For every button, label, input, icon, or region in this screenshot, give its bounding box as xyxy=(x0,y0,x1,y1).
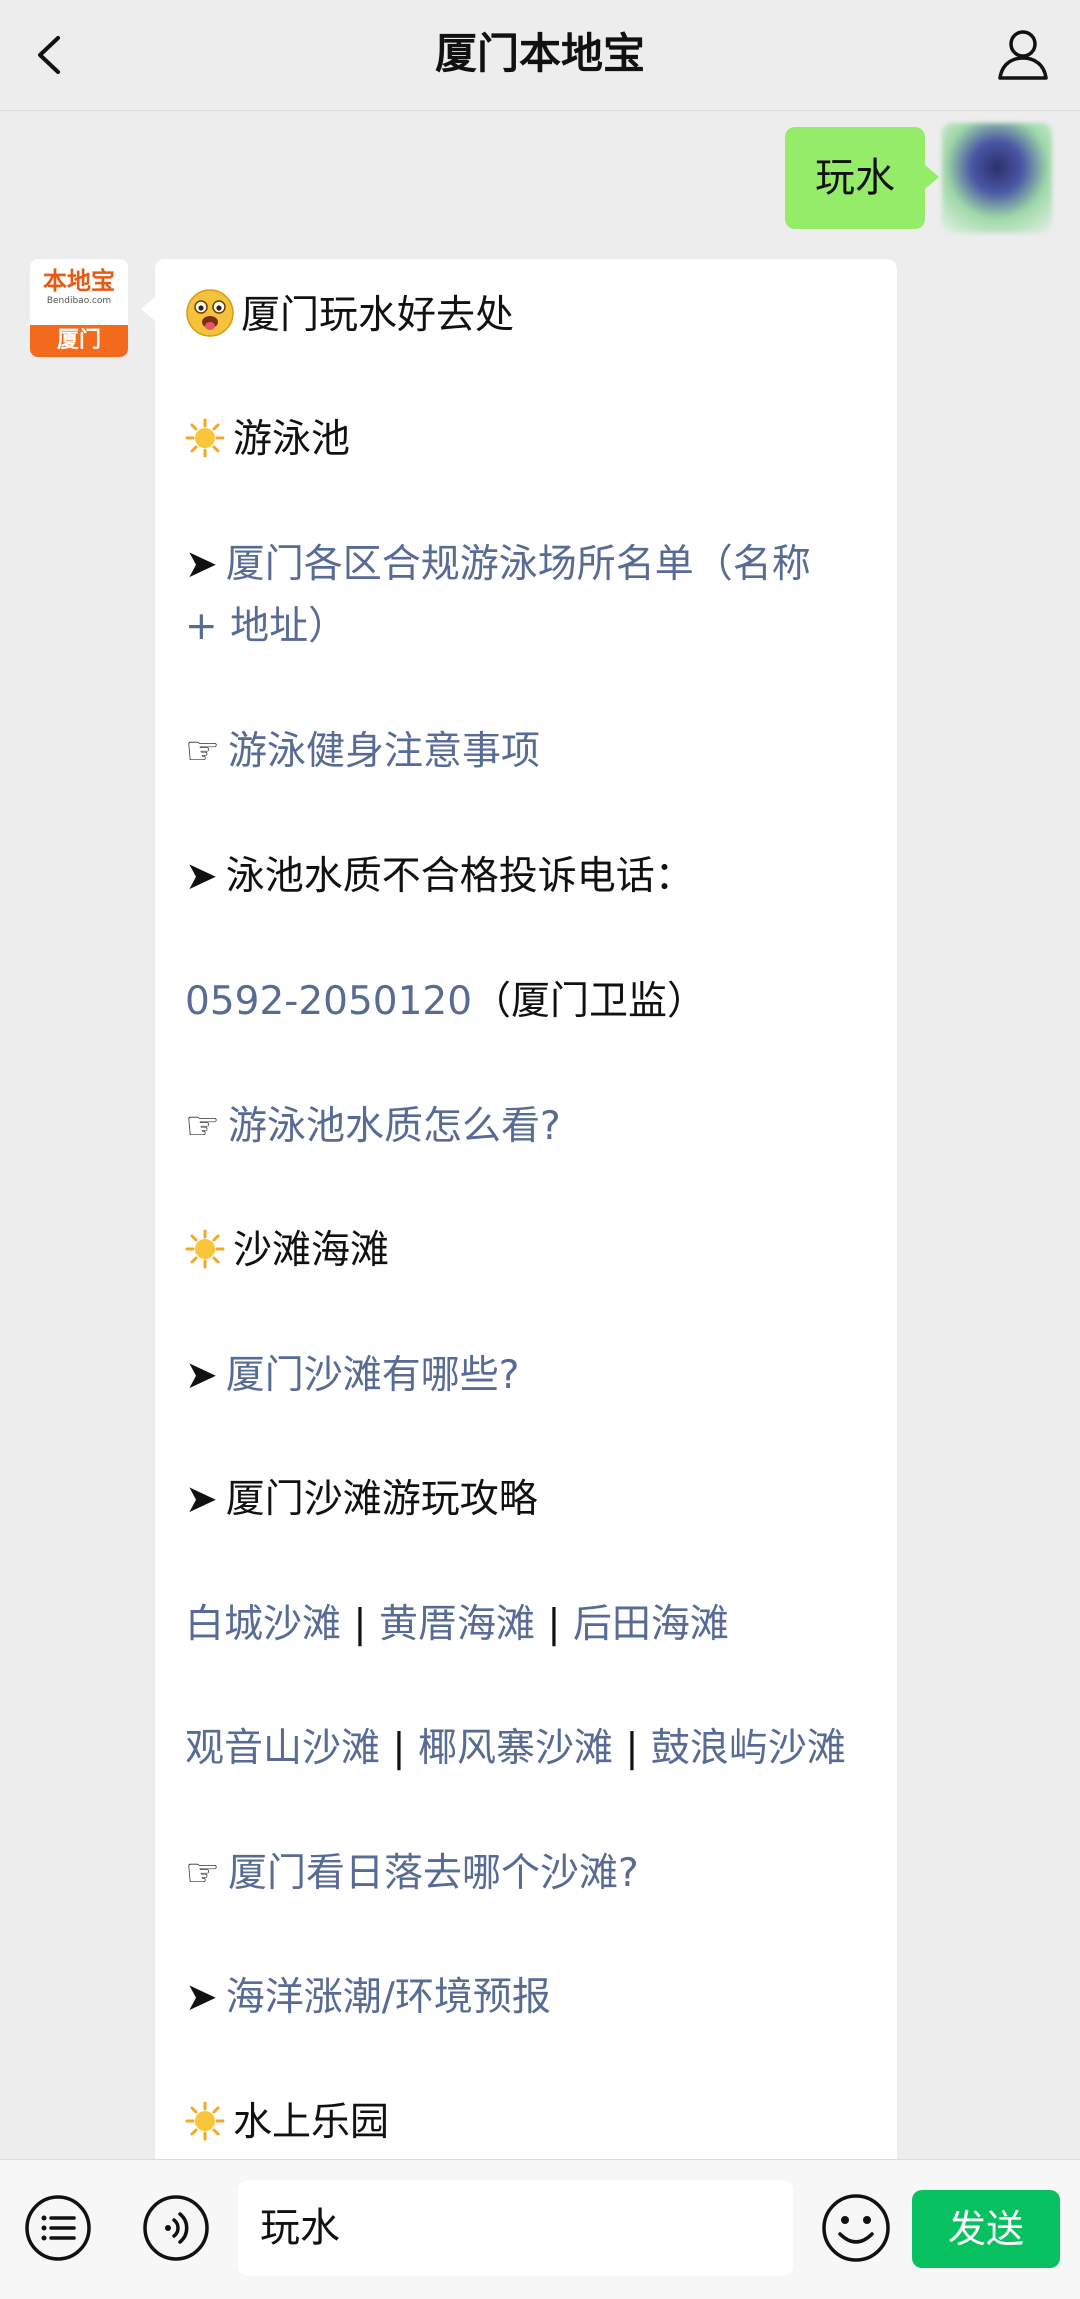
beach-link-baicheng[interactable]: 白城沙滩 xyxy=(185,1602,341,1647)
send-button[interactable]: 发送 xyxy=(912,2190,1060,2268)
arrow-icon: ➤ xyxy=(185,1975,218,2020)
chat-area[interactable]: 玩水 本地宝 Bendibao.com 厦门 厦门玩水好去处 游泳池 ➤ 厦门各… xyxy=(0,111,1080,2159)
section-park: 水上乐园 xyxy=(185,2092,885,2154)
pool-list-link-cont[interactable]: + 地址） xyxy=(185,596,885,658)
beach-link-gulangyu[interactable]: 鼓浪屿沙滩 xyxy=(651,1726,846,1771)
arrow-icon: ➤ xyxy=(185,542,218,587)
received-message-bubble: 厦门玩水好去处 游泳池 ➤ 厦门各区合规游泳场所名单（名称 + 地址） ☞ 游泳健身… xyxy=(141,259,897,2159)
beach-link-2-line[interactable]: ☞ 厦门看日落去哪个沙滩? xyxy=(185,1843,885,1905)
separator: | xyxy=(534,1602,573,1647)
arrow-icon: ➤ xyxy=(185,1477,218,1522)
beach-list-link[interactable]: 厦门沙滩有哪些? xyxy=(226,1353,520,1398)
profile-button[interactable] xyxy=(988,20,1058,90)
pointing-hand-icon: ☞ xyxy=(185,1104,220,1149)
voice-icon xyxy=(143,2195,209,2261)
pool-link-1-line[interactable]: ➤ 厦门各区合规游泳场所名单（名称 xyxy=(185,534,885,596)
beach-row-1: 白城沙滩 | 黄厝海滩 | 后田海滩 xyxy=(185,1594,885,1656)
bot-avatar[interactable]: 本地宝 Bendibao.com 厦门 xyxy=(30,259,128,357)
arrow-icon: ➤ xyxy=(185,854,218,899)
beach-row-2: 观音山沙滩 | 椰风寨沙滩 | 鼓浪屿沙滩 xyxy=(185,1718,885,1780)
sunset-beach-link[interactable]: 厦门看日落去哪个沙滩? xyxy=(228,1851,639,1896)
sun-emoji xyxy=(185,2101,225,2141)
sent-message-bubble[interactable]: 玩水 xyxy=(785,127,939,229)
pointing-hand-icon: ☞ xyxy=(185,729,220,774)
arrow-icon: ➤ xyxy=(185,1353,218,1398)
section-park-label: 水上乐园 xyxy=(233,2100,390,2145)
pointing-hand-icon: ☞ xyxy=(185,1851,220,1896)
voice-button[interactable] xyxy=(140,2192,212,2264)
beach-link-guanyinshan[interactable]: 观音山沙滩 xyxy=(185,1726,380,1771)
input-bar: 发送 xyxy=(0,2159,1080,2299)
water-quality-link[interactable]: 游泳池水质怎么看? xyxy=(228,1104,561,1149)
pool-link-3-line[interactable]: ☞ 游泳池水质怎么看? xyxy=(185,1096,885,1158)
sun-emoji xyxy=(185,1229,225,1269)
person-icon xyxy=(998,30,1048,80)
list-menu-icon xyxy=(25,2195,91,2261)
tide-forecast-link[interactable]: 海洋涨潮/环境预报 xyxy=(226,1975,551,2020)
pool-link-2-line[interactable]: ☞ 游泳健身注意事项 xyxy=(185,721,885,783)
message-title: 厦门玩水好去处 xyxy=(241,293,515,338)
beach-guide-line: ➤ 厦门沙滩游玩攻略 xyxy=(185,1469,885,1531)
section-pool-label: 游泳池 xyxy=(233,417,351,462)
separator: | xyxy=(341,1602,379,1647)
beach-link-yefengzhai[interactable]: 椰风寨沙滩 xyxy=(418,1726,613,1771)
complaint-line: ➤ 泳池水质不合格投诉电话： xyxy=(185,846,885,908)
sun-emoji xyxy=(185,418,225,458)
tongue-face-emoji xyxy=(186,289,234,337)
section-beach: 沙滩海滩 xyxy=(185,1220,885,1282)
avatar-city: 厦门 xyxy=(30,325,128,357)
message-title-line: 厦门玩水好去处 xyxy=(185,285,885,347)
complaint-label: 泳池水质不合格投诉电话： xyxy=(225,854,694,899)
beach-guide-label: 厦门沙滩游玩攻略 xyxy=(225,1477,538,1522)
user-avatar[interactable] xyxy=(942,123,1052,233)
smiley-icon xyxy=(822,2194,890,2262)
menu-button[interactable] xyxy=(22,2192,94,2264)
beach-link-huangcuo[interactable]: 黄厝海滩 xyxy=(379,1602,535,1647)
pool-list-link[interactable]: 厦门各区合规游泳场所名单（名称 xyxy=(226,542,811,587)
beach-link-1-line[interactable]: ➤ 厦门沙滩有哪些? xyxy=(185,1345,885,1407)
phone-note: （厦门卫监） xyxy=(472,979,707,1024)
separator: | xyxy=(612,1726,651,1771)
separator: | xyxy=(380,1726,418,1771)
section-pool: 游泳池 xyxy=(185,409,885,471)
beach-link-3-line[interactable]: ➤ 海洋涨潮/环境预报 xyxy=(185,1967,885,2029)
avatar-logo-sub: Bendibao.com xyxy=(46,296,112,306)
swim-notes-link[interactable]: 游泳健身注意事项 xyxy=(228,729,540,774)
phone-line: 0592-2050120（厦门卫监） xyxy=(185,971,885,1033)
page-title: 厦门本地宝 xyxy=(434,29,645,78)
emoji-button[interactable] xyxy=(818,2190,894,2266)
phone-link[interactable]: 0592-2050120 xyxy=(185,979,472,1024)
avatar-logo-text: 本地宝 xyxy=(43,267,115,295)
message-input[interactable] xyxy=(238,2180,793,2276)
beach-link-houtian[interactable]: 后田海滩 xyxy=(573,1602,729,1647)
section-beach-label: 沙滩海滩 xyxy=(233,1228,390,1273)
nav-header: 厦门本地宝 xyxy=(0,0,1080,111)
